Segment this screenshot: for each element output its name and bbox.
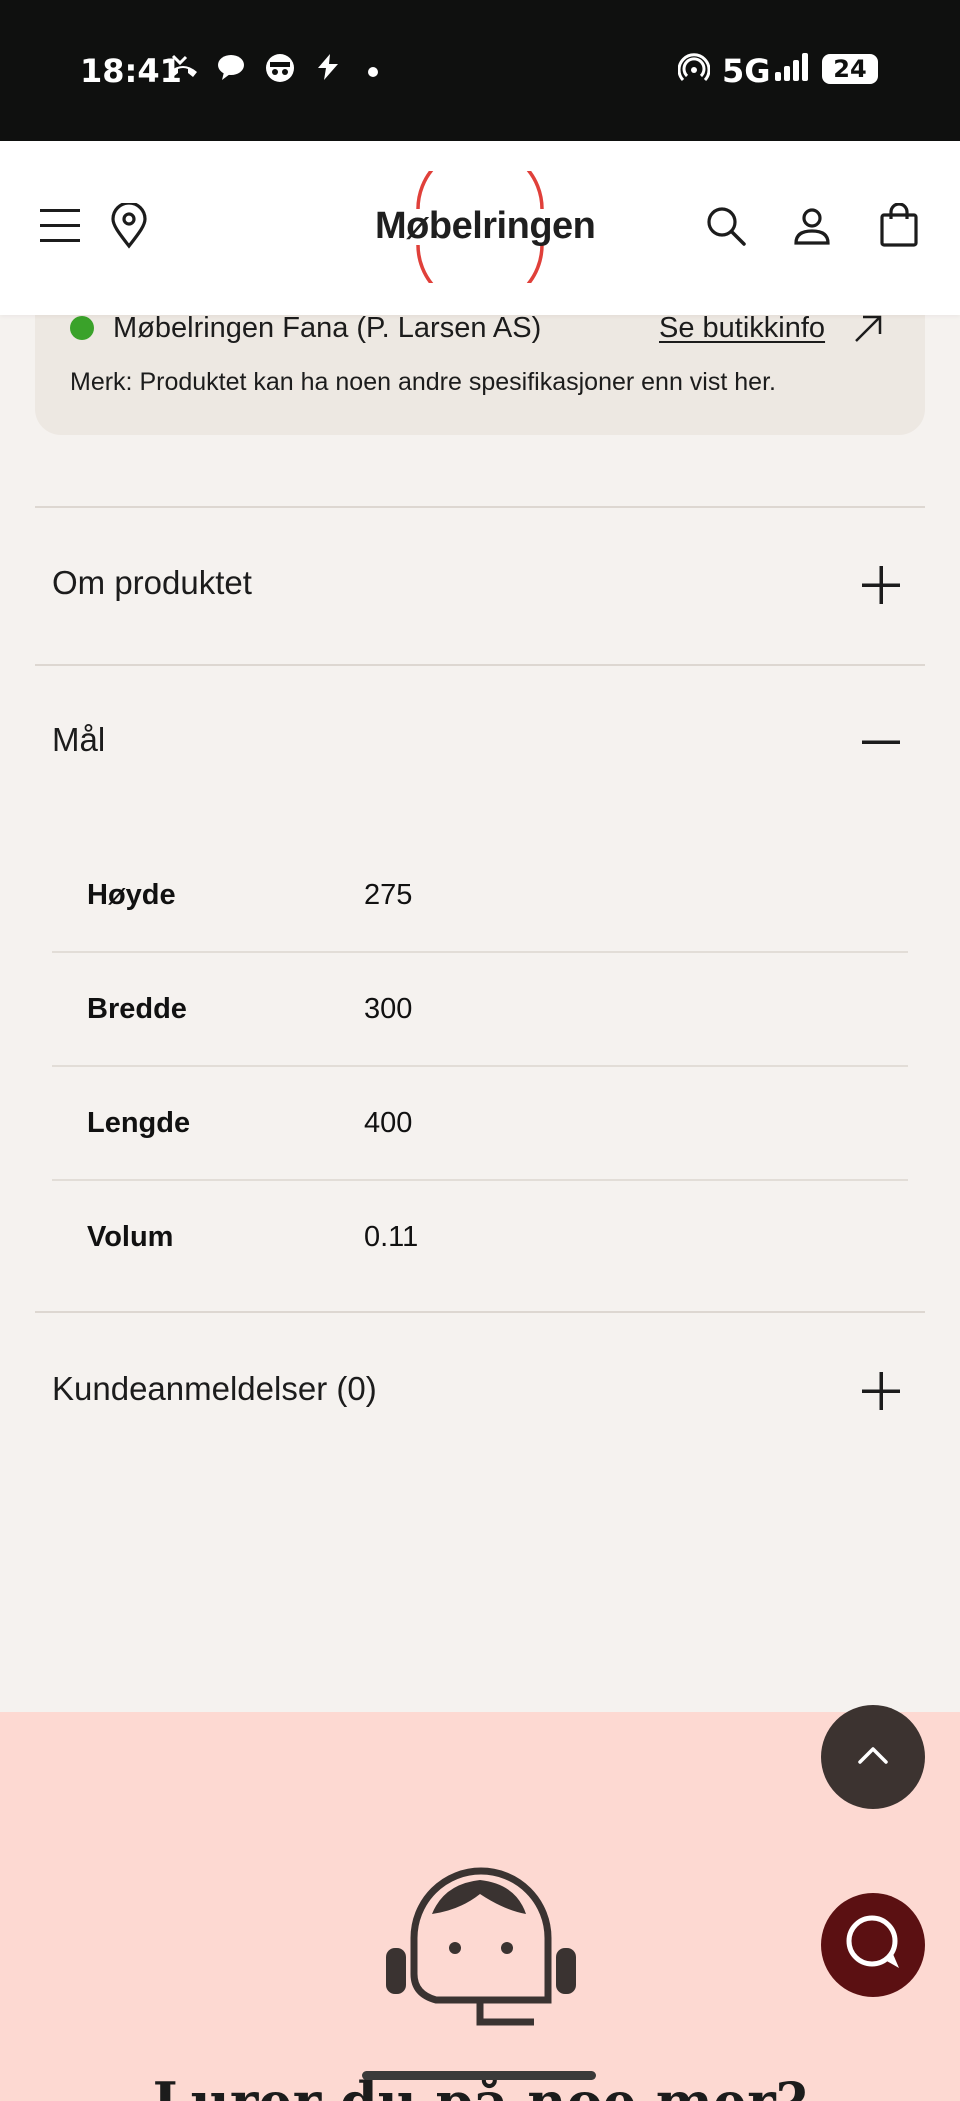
chevron-up-icon — [857, 1745, 889, 1770]
app-notification-icon — [314, 52, 342, 87]
incognito-icon — [264, 52, 296, 89]
minus-icon[interactable] — [862, 723, 900, 766]
spec-value: 275 — [364, 879, 413, 911]
chat-button[interactable] — [821, 1893, 925, 1997]
chat-bubble-icon — [843, 1914, 903, 1977]
home-indicator[interactable] — [362, 2071, 596, 2080]
spec-label: Lengde — [87, 1107, 191, 1139]
divider — [35, 664, 925, 666]
external-arrow-icon[interactable] — [853, 314, 883, 349]
store-name: Møbelringen Fana (P. Larsen AS) — [113, 312, 542, 344]
signal-icon — [774, 52, 810, 87]
search-icon[interactable] — [706, 206, 746, 251]
missed-call-icon — [166, 52, 200, 87]
divider — [35, 506, 925, 508]
location-pin-icon[interactable] — [110, 201, 148, 254]
customer-help-section: Lurer du på noe mer? — [0, 1712, 960, 2101]
brand-logo[interactable]: Møbelringen — [360, 171, 600, 283]
spec-label: Volum — [87, 1221, 174, 1253]
support-agent-illustration-icon — [384, 1844, 578, 2033]
spec-row: Høyde 275 — [52, 839, 908, 953]
spec-row: Volum 0.11 — [52, 1181, 908, 1295]
shopping-bag-icon[interactable] — [880, 202, 918, 252]
spec-row: Lengde 400 — [52, 1067, 908, 1181]
spec-value: 0.11 — [364, 1221, 419, 1253]
scroll-to-top-button[interactable] — [821, 1705, 925, 1809]
chat-bubble-icon — [216, 52, 246, 87]
spec-label: Bredde — [87, 993, 187, 1025]
status-bar: 18:41 5G 24 — [0, 0, 960, 141]
user-account-icon[interactable] — [794, 207, 830, 250]
accordion-about-title[interactable]: Om produktet — [52, 564, 252, 602]
store-disclaimer: Merk: Produktet kan ha noen andre spesif… — [70, 368, 776, 396]
spec-value: 300 — [364, 993, 413, 1025]
spec-label: Høyde — [87, 879, 176, 911]
store-status-dot — [70, 316, 94, 340]
accordion-reviews-title[interactable]: Kundeanmeldelser (0) — [52, 1370, 377, 1408]
spec-row: Bredde 300 — [52, 953, 908, 1067]
spec-value: 400 — [364, 1107, 413, 1139]
plus-icon[interactable] — [862, 566, 900, 609]
store-info-link[interactable]: Se butikkinfo — [659, 312, 825, 345]
accordion-dimensions-title[interactable]: Mål — [52, 721, 105, 759]
divider — [35, 1311, 925, 1313]
battery-icon: 24 — [822, 54, 878, 84]
network-type: 5G — [722, 52, 771, 90]
logo-text: Møbelringen — [375, 205, 596, 247]
plus-icon[interactable] — [862, 1372, 900, 1415]
site-header: Møbelringen — [0, 141, 960, 315]
more-notifications-dot-icon — [368, 64, 378, 82]
hotspot-icon — [677, 52, 711, 89]
menu-icon[interactable] — [40, 207, 80, 250]
